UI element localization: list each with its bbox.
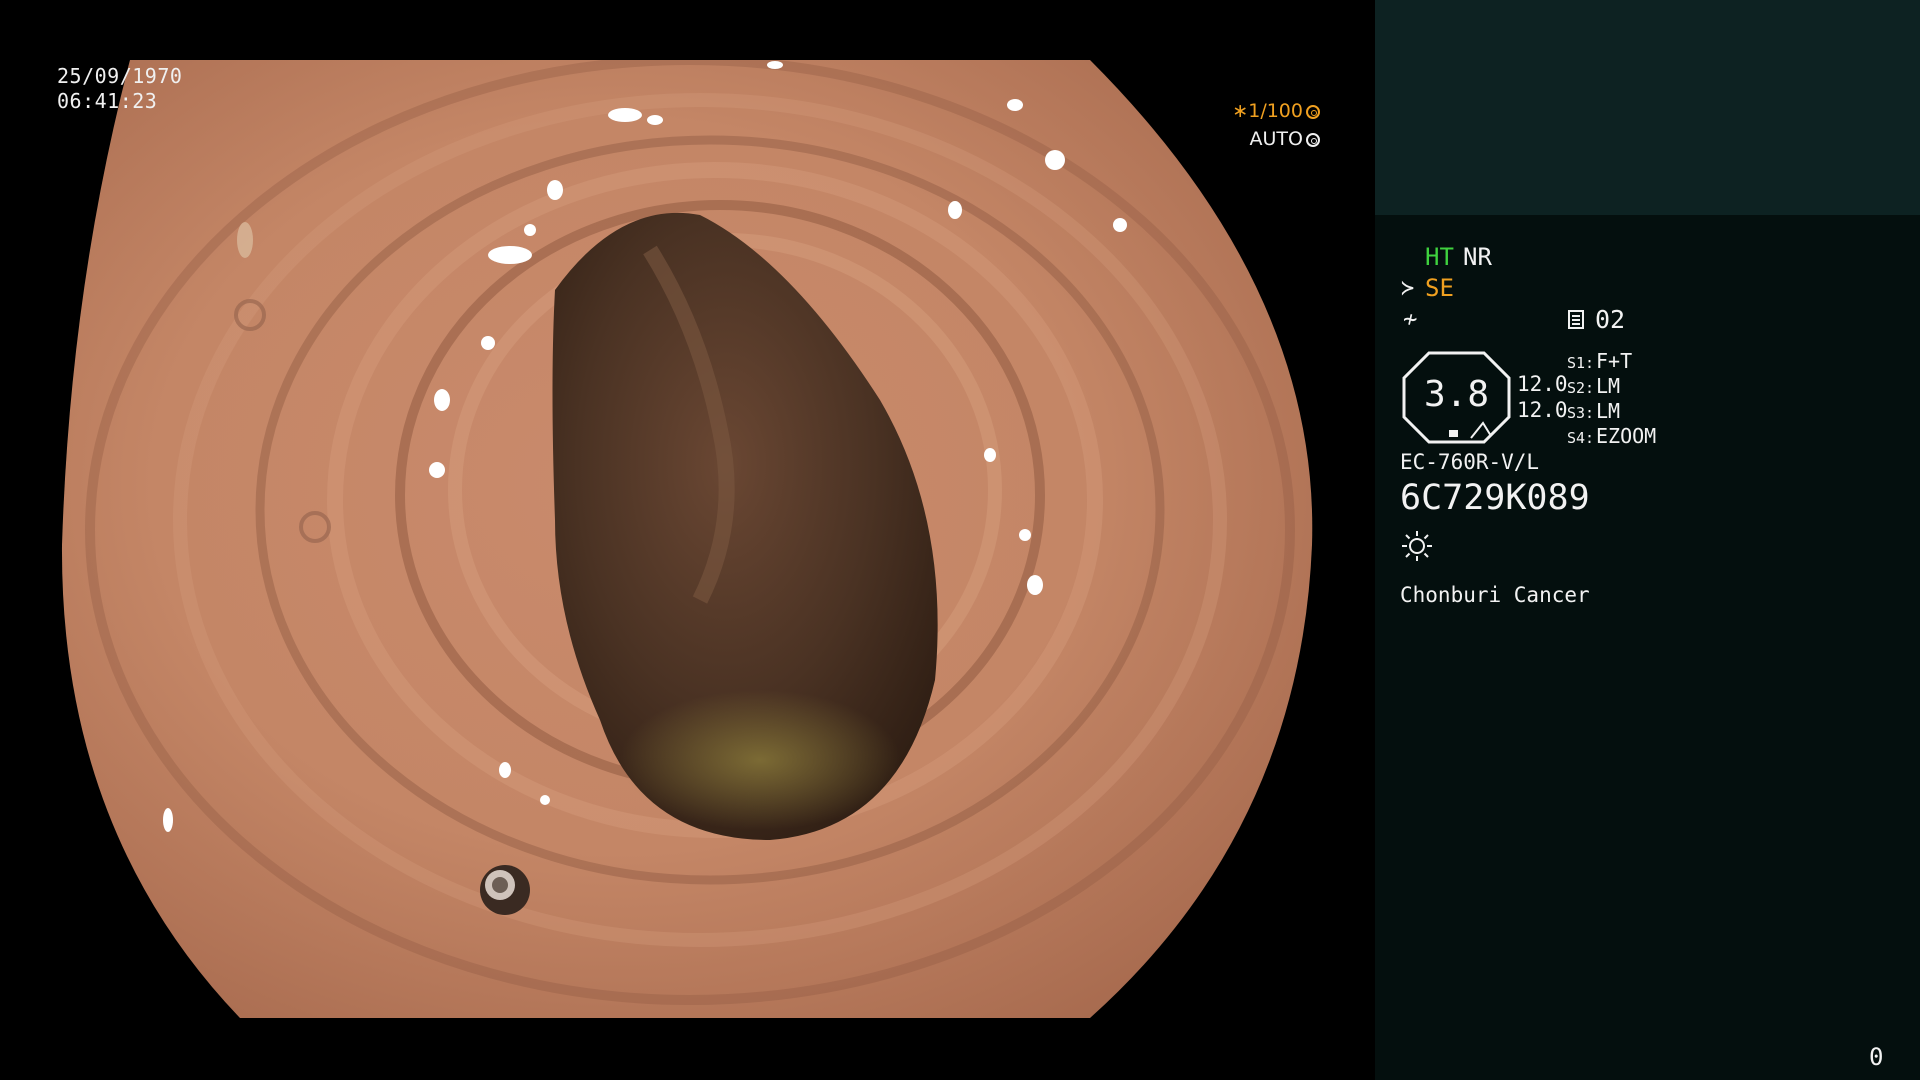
- tip-value: 3.8: [1423, 374, 1490, 415]
- switch-1-label: S1:: [1567, 354, 1595, 372]
- structure-enhance-icon: ≻: [1401, 276, 1415, 301]
- light-source-icon: [1402, 531, 1432, 561]
- switch-4-value: EZOOM: [1596, 424, 1657, 448]
- exam-date: 25/09/1970: [57, 64, 183, 88]
- shutter-speed-value: ∗1/100: [1232, 100, 1303, 122]
- scope-model: EC-760R-V/L: [1400, 450, 1540, 474]
- colon-lumen-image: [0, 0, 1375, 1080]
- switch-2-label: S2:: [1567, 379, 1595, 397]
- value-row-2: 12.0: [1517, 398, 1568, 422]
- switch-1-value: F+T: [1596, 349, 1633, 373]
- scope-serial: 6C729K089: [1400, 478, 1590, 518]
- iris-mode-value: AUTO: [1249, 128, 1303, 150]
- noise-reduction-icon: ≁: [1403, 305, 1418, 333]
- endoscope-image-view: 25/09/1970 06:41:23 ∗1/100 AUTO: [0, 0, 1375, 1080]
- image-counter: 0: [1869, 1043, 1884, 1071]
- structure-mode-label: SE: [1425, 274, 1454, 302]
- value-row-1: 12.0: [1517, 372, 1568, 396]
- switch-3-label: S3:: [1567, 404, 1595, 422]
- panel-header-area: [1375, 0, 1920, 215]
- exam-time: 06:41:23: [57, 89, 158, 113]
- switch-2-value: LM: [1596, 374, 1621, 398]
- preset-number: 02: [1595, 305, 1626, 334]
- preset-doc-icon: [1568, 310, 1584, 329]
- enhance-ht-label: HT: [1425, 243, 1454, 271]
- iris-mode: AUTO: [1150, 128, 1320, 150]
- shutter-speed: ∗1/100: [1150, 100, 1320, 122]
- shutter-ring-icon: [1306, 104, 1320, 119]
- hospital-name: Chonburi Cancer: [1400, 583, 1590, 607]
- switch-4-label: S4:: [1567, 429, 1595, 447]
- enhance-nr-label: NR: [1463, 243, 1492, 271]
- iris-ring-icon: [1306, 132, 1320, 147]
- status-panel: HT NR ≻ SE ≁ 02 3.8 12.0 12.0 S1: F+T S2…: [1375, 0, 1920, 1080]
- switch-3-value: LM: [1596, 399, 1621, 423]
